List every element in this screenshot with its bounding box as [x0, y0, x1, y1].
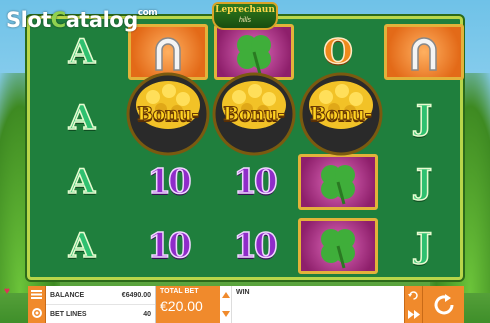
gear-icon[interactable] [31, 307, 43, 319]
symbol-j: J [415, 97, 433, 139]
total-bet-display[interactable]: TOTAL BET €20.00 [156, 286, 220, 323]
reel-5-row-2: J [382, 89, 466, 147]
autoplay-turbo-column [404, 286, 422, 323]
menu-settings-column [28, 286, 46, 323]
clover-icon [321, 165, 355, 205]
bonus-symbol: Bonu- [123, 69, 213, 159]
bonus-symbol: Bonu- [296, 69, 386, 159]
bet-lines-label: BET LINES [50, 310, 87, 318]
symbol-ten: 10 [147, 161, 193, 203]
reel-5-row-4: J [382, 217, 466, 275]
reel-1-row-4: A [40, 217, 124, 275]
clover-tile [298, 154, 378, 210]
total-bet-label: TOTAL BET [160, 288, 199, 295]
symbol-ten: 10 [233, 161, 279, 203]
horseshoe-icon [155, 37, 181, 71]
site-watermark-logo: SlotCatalogcom [6, 8, 158, 32]
bet-lines-row: BET LINES 40 [46, 304, 155, 323]
reel-2-row-3: 10 [126, 153, 210, 211]
arrow-up-icon[interactable] [221, 292, 230, 299]
game-title-logo: Leprechaun hills [212, 2, 278, 30]
reel-1-row-2: A [40, 89, 124, 147]
bet-adjust [220, 286, 232, 323]
menu-icon[interactable] [31, 290, 42, 299]
bonus-label: Bonu- [310, 103, 373, 126]
reel-4-row-3 [296, 153, 380, 211]
arrow-down-icon[interactable] [221, 310, 230, 317]
symbol-ten: 10 [147, 225, 193, 267]
symbol-j: J [415, 161, 433, 203]
bonus-label: Bonu- [223, 103, 286, 126]
reel-5-row-3: J [382, 153, 466, 211]
autoplay-icon[interactable] [408, 290, 419, 301]
symbol-ten: 10 [233, 225, 279, 267]
balance-label: BALANCE [50, 291, 85, 299]
symbol-o: O [322, 31, 353, 73]
symbol-a: A [68, 97, 96, 139]
game-title-bottom: hills [238, 17, 252, 24]
symbol-a: A [68, 225, 96, 267]
account-info: BALANCE €6490.00 BET LINES 40 [46, 286, 156, 323]
bonus-label: Bonu- [137, 103, 200, 126]
clover-icon [321, 229, 355, 269]
control-bar: BALANCE €6490.00 BET LINES 40 TOTAL BET … [28, 286, 464, 323]
bonus-symbol: Bonu- [209, 69, 299, 159]
win-label: WIN [236, 289, 250, 296]
spin-icon [434, 293, 453, 314]
bet-lines-value: 40 [143, 310, 151, 318]
reel-4-row-4 [296, 217, 380, 275]
spin-button[interactable] [422, 286, 464, 323]
horseshoe-tile [384, 24, 464, 80]
game-title-top: Leprechaun [215, 5, 275, 15]
win-display: WIN [232, 286, 404, 323]
reel-5-row-1 [382, 23, 466, 81]
heart-decoration-icon: ♥ [4, 286, 10, 297]
reel-2-row-4: 10 [126, 217, 210, 275]
reel-3-row-4: 10 [212, 217, 296, 275]
reel-grid: A A A A 10 10 10 10 O J J J Bonu- Bonu- … [38, 21, 464, 275]
symbol-j: J [415, 225, 433, 267]
turbo-icon[interactable] [407, 309, 420, 319]
symbol-a: A [68, 31, 96, 73]
horseshoe-icon [411, 37, 437, 71]
balance-value: €6490.00 [121, 291, 151, 299]
reel-3-row-3: 10 [212, 153, 296, 211]
reel-1-row-3: A [40, 153, 124, 211]
total-bet-value: €20.00 [160, 298, 203, 314]
symbol-a: A [68, 161, 96, 203]
reel-frame: A A A A 10 10 10 10 O J J J Bonu- Bonu- … [27, 16, 464, 280]
clover-tile [298, 218, 378, 274]
balance-row: BALANCE €6490.00 [46, 286, 155, 304]
